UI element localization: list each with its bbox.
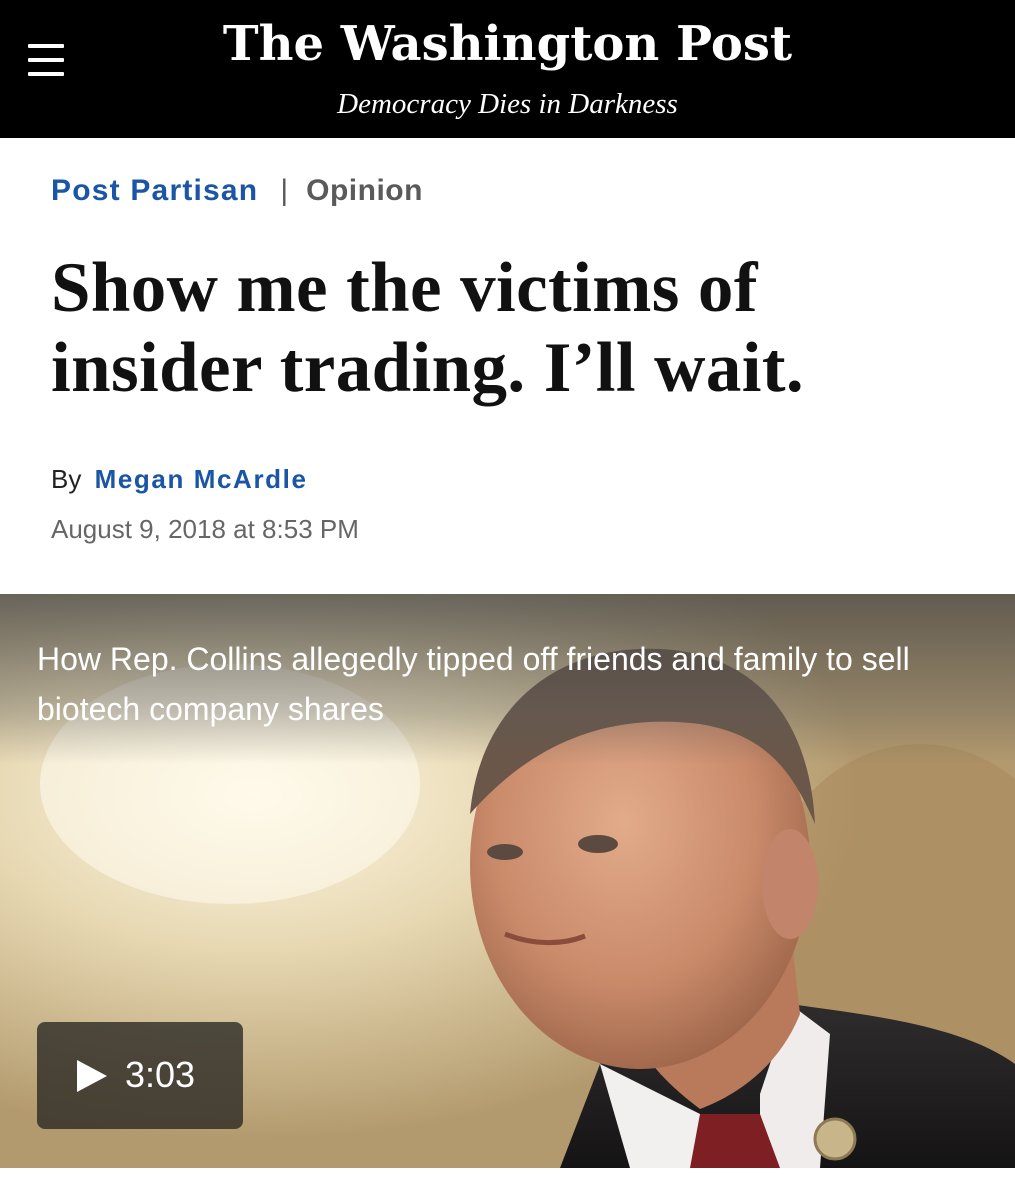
- author-link[interactable]: Megan McArdle: [95, 464, 308, 494]
- byline: By Megan McArdle: [51, 461, 308, 497]
- site-logo[interactable]: The Washington Post: [0, 12, 1015, 76]
- opinion-label: Opinion: [306, 174, 423, 207]
- publish-timestamp: August 9, 2018 at 8:53 PM: [51, 514, 359, 544]
- site-tagline: Democracy Dies in Darkness: [337, 88, 678, 120]
- video-caption: How Rep. Collins allegedly tipped off fr…: [37, 641, 910, 727]
- masthead: The Washington Post Democracy Dies in Da…: [0, 0, 1015, 138]
- kicker-separator: |: [280, 174, 289, 207]
- play-icon: [77, 1060, 107, 1092]
- byline-prefix: By: [51, 464, 82, 494]
- article-kicker: Post Partisan | Opinion: [51, 170, 423, 212]
- article-headline: Show me the victims of insider trading. …: [51, 249, 805, 407]
- section-link[interactable]: Post Partisan: [51, 174, 258, 207]
- video-duration: 3:03: [125, 1054, 196, 1095]
- play-button[interactable]: 3:03: [37, 1022, 243, 1129]
- video-player[interactable]: How Rep. Collins allegedly tipped off fr…: [0, 594, 1015, 1168]
